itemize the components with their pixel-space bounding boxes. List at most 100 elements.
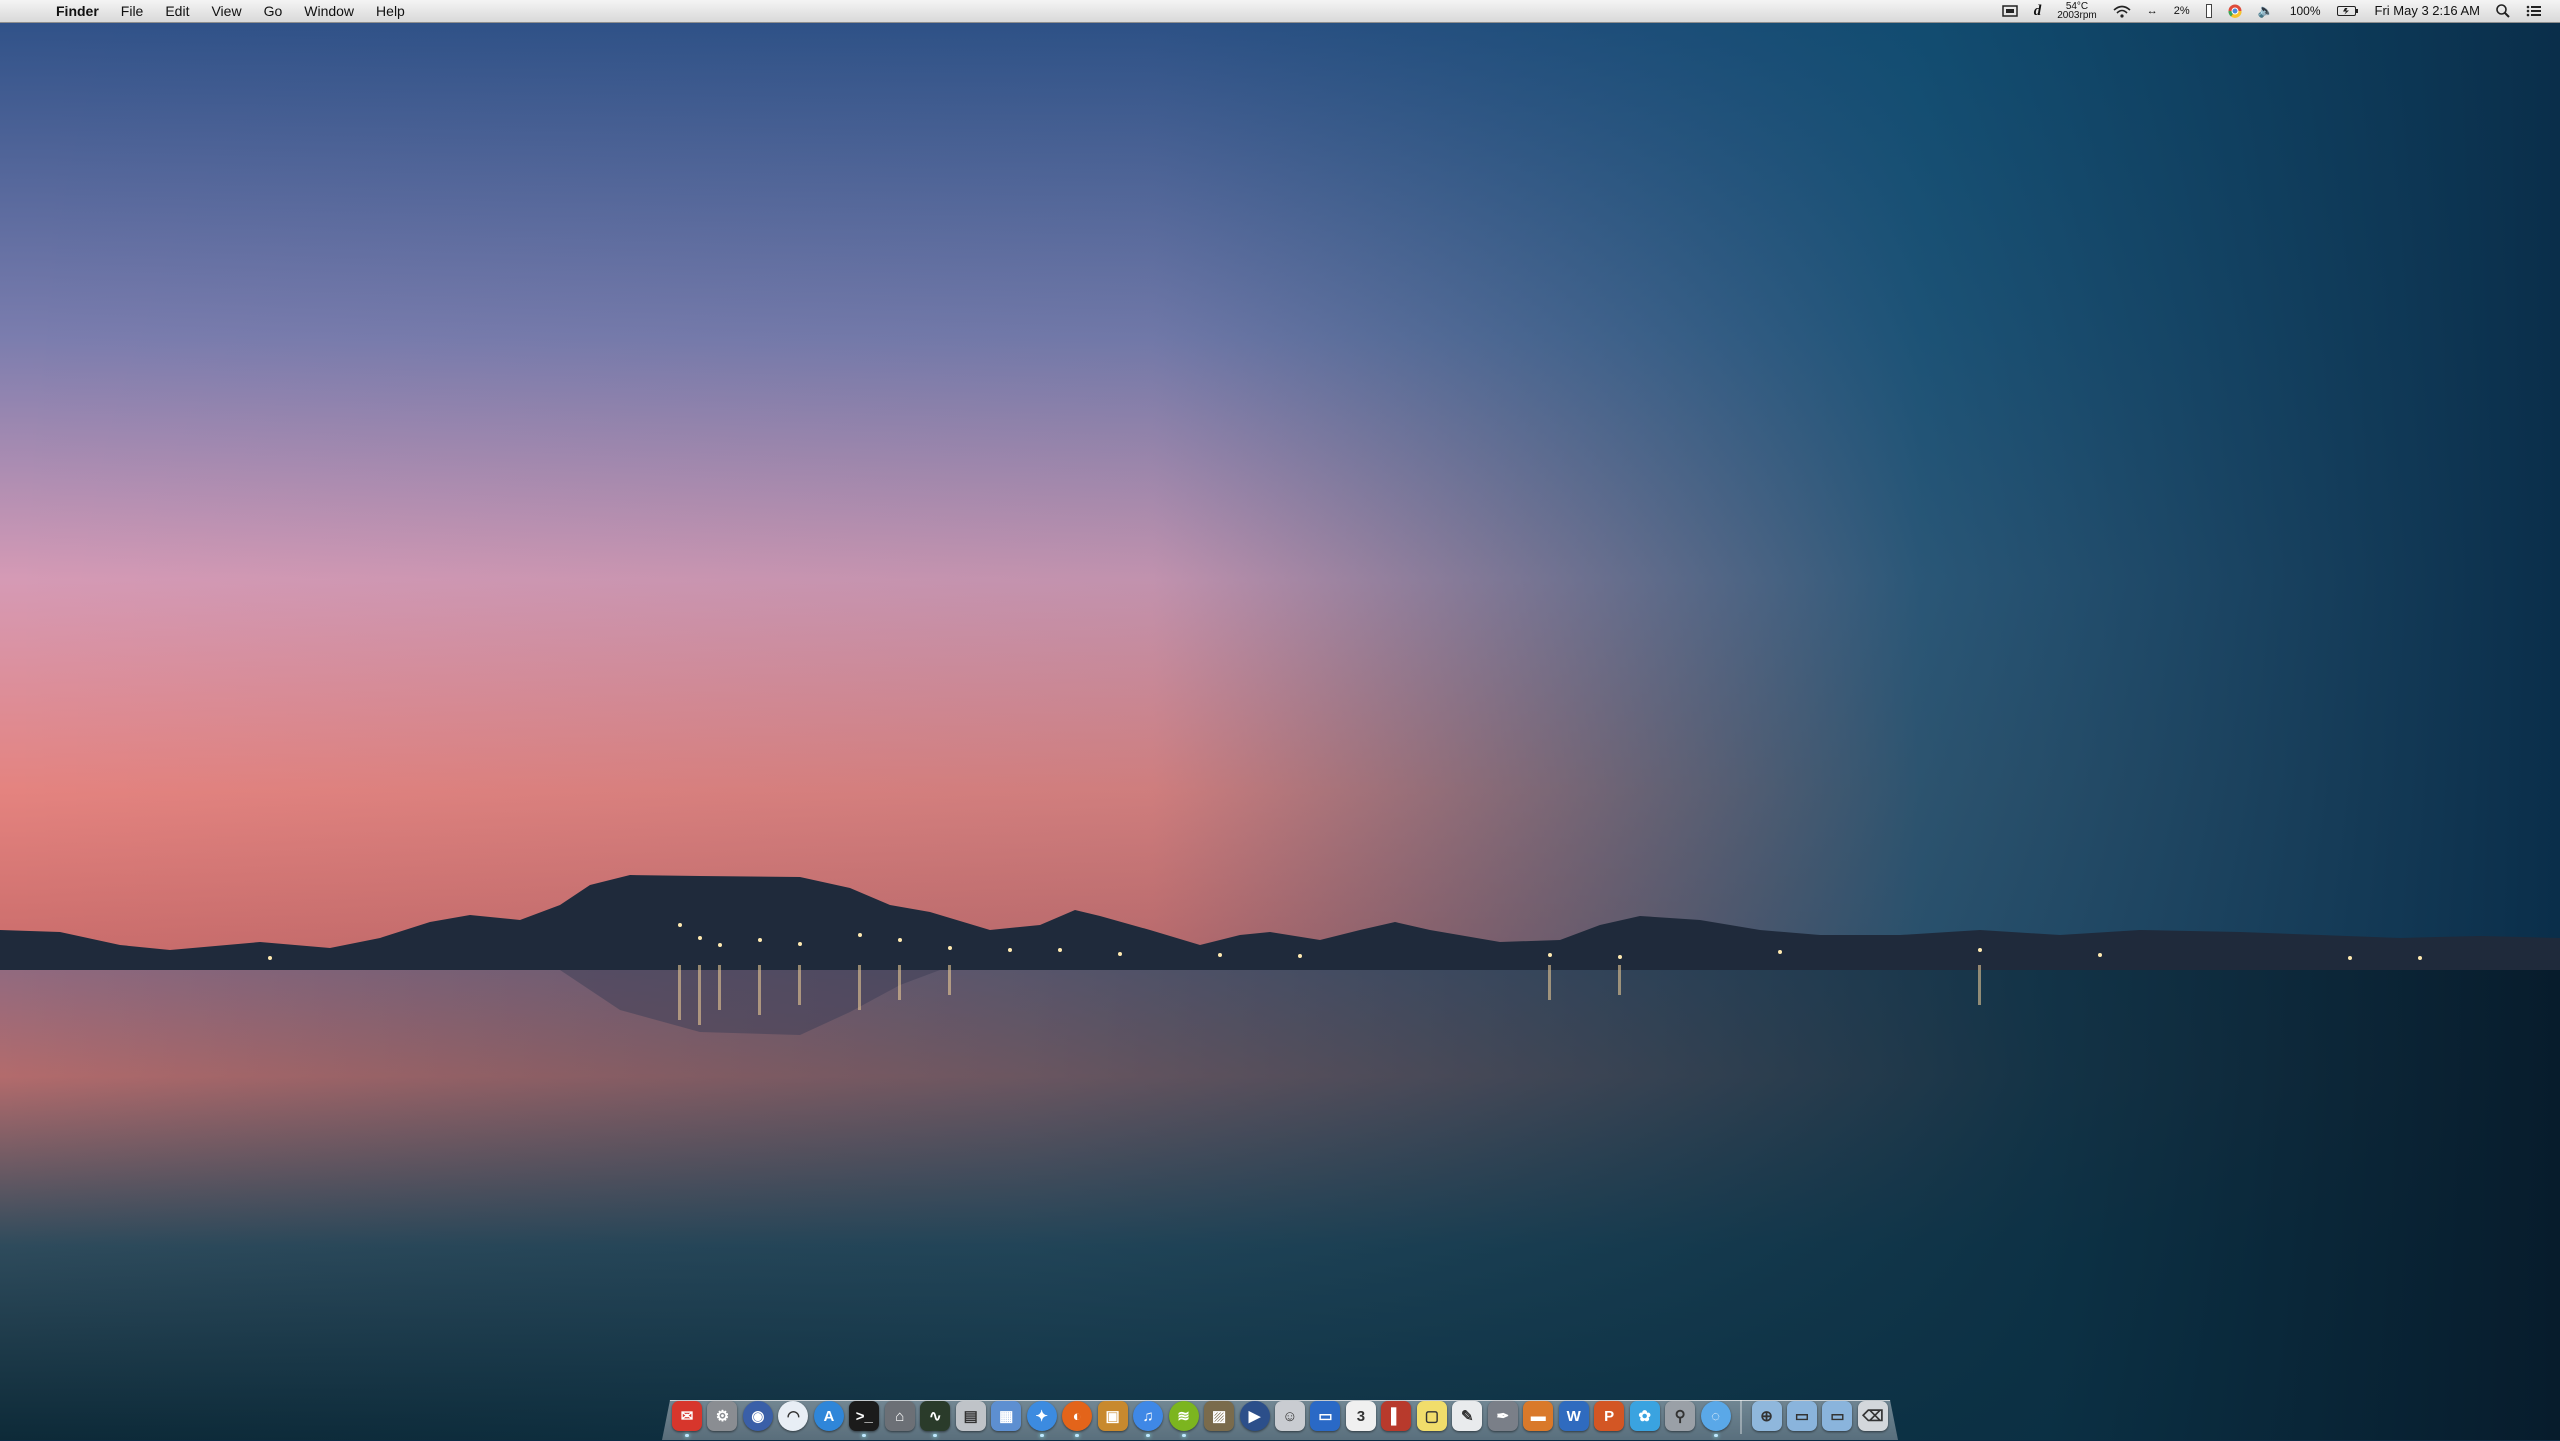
quicktime-glyph: ▶ — [1248, 1408, 1261, 1425]
address-book-glyph: ▌ — [1391, 1407, 1402, 1425]
running-indicator — [1181, 1434, 1186, 1437]
messages-icon[interactable]: ◌ — [1700, 1401, 1731, 1437]
running-indicator — [862, 1434, 867, 1437]
spotify-icon[interactable]: ≋ — [1168, 1401, 1199, 1437]
menu-edit[interactable]: Edit — [154, 0, 200, 22]
applications-folder-glyph: ⊕ — [1760, 1408, 1773, 1425]
running-indicator — [1039, 1434, 1044, 1437]
running-indicator — [685, 1434, 689, 1437]
downloads-folder-icon[interactable]: ▭ — [1822, 1401, 1853, 1431]
preview-icon[interactable]: ▦ — [991, 1401, 1022, 1431]
clock[interactable]: Fri May 3 2:16 AM — [2367, 0, 2488, 22]
trash-glyph: ⌫ — [1862, 1408, 1884, 1425]
cpu-usage[interactable]: 2% — [2166, 0, 2198, 22]
word-icon[interactable]: W — [1558, 1401, 1589, 1431]
twitter-icon[interactable]: ✿ — [1629, 1401, 1660, 1431]
desktop-wallpaper — [0, 0, 2560, 1440]
package-glyph: ▣ — [1105, 1408, 1120, 1425]
itunes-glyph: ♫ — [1142, 1407, 1154, 1425]
stickies-icon[interactable]: ▢ — [1416, 1401, 1447, 1431]
wifi-icon[interactable] — [2105, 5, 2139, 18]
running-indicator — [933, 1434, 938, 1437]
safari-icon[interactable]: ✦ — [1026, 1401, 1057, 1437]
utility-icon[interactable]: ⚲ — [1665, 1401, 1696, 1431]
word-glyph: W — [1566, 1407, 1581, 1425]
calendar-glyph: 3 — [1356, 1407, 1366, 1425]
app-store-glyph: A — [823, 1407, 835, 1425]
package-icon[interactable]: ▣ — [1097, 1401, 1128, 1431]
script-editor-glyph: ✒ — [1496, 1408, 1510, 1425]
textedit-icon[interactable]: ✎ — [1452, 1401, 1483, 1431]
itunes-icon[interactable]: ♫ — [1133, 1401, 1164, 1437]
weather-sub: 2003rpm — [2057, 10, 2097, 21]
activity-monitor-icon[interactable]: ∿ — [920, 1401, 951, 1437]
spotify-glyph: ≋ — [1177, 1408, 1190, 1425]
running-indicator — [1713, 1434, 1718, 1437]
keynote-glyph: ▬ — [1530, 1407, 1546, 1425]
wifi-utility-glyph: ◠ — [786, 1408, 800, 1425]
dock-separator — [1740, 1400, 1743, 1434]
system-preferences-glyph: ⚙ — [715, 1408, 730, 1425]
safari-glyph: ✦ — [1035, 1408, 1048, 1425]
battery-percent[interactable]: 100% — [2282, 0, 2329, 22]
app-store-icon[interactable]: A — [813, 1401, 844, 1431]
remote-desktop-icon[interactable]: ▭ — [1310, 1401, 1341, 1431]
spotlight-search-icon[interactable] — [2488, 4, 2518, 18]
system-preferences-icon[interactable]: ⚙ — [707, 1401, 738, 1431]
app-menu-finder[interactable]: Finder — [52, 0, 110, 22]
address-book-icon[interactable]: ▌ — [1381, 1401, 1412, 1431]
twitter-glyph: ✿ — [1638, 1408, 1651, 1425]
powerpoint-icon[interactable]: P — [1594, 1401, 1625, 1431]
documents-folder-glyph: ▭ — [1794, 1408, 1810, 1425]
automator-icon[interactable]: ☺ — [1274, 1401, 1305, 1431]
keynote-icon[interactable]: ▬ — [1523, 1401, 1554, 1431]
utility-glyph: ⚲ — [1674, 1408, 1686, 1425]
dashboard-glyph: ◉ — [751, 1408, 765, 1425]
running-indicator — [1075, 1434, 1080, 1437]
menu-go[interactable]: Go — [253, 0, 294, 22]
firefox-icon[interactable]: ◐ — [1062, 1401, 1093, 1437]
trash-icon[interactable]: ⌫ — [1857, 1401, 1888, 1431]
menu-bar: Finder File Edit View Go Window Help d 5… — [0, 0, 2560, 23]
preview-glyph: ▦ — [999, 1408, 1014, 1425]
keychain-icon[interactable]: ⌂ — [884, 1401, 915, 1431]
terminal-glyph: >_ — [855, 1407, 873, 1425]
finder-icon[interactable]: ✉ — [672, 1401, 702, 1437]
menu-help[interactable]: Help — [365, 0, 416, 22]
firefox-glyph: ◐ — [1072, 1407, 1082, 1425]
running-indicator — [1146, 1434, 1151, 1437]
iphoto-icon[interactable]: ▨ — [1204, 1401, 1235, 1431]
volume-icon[interactable]: 🔈 — [2250, 0, 2282, 22]
applications-folder-icon[interactable]: ⊕ — [1751, 1401, 1782, 1431]
chrome-icon[interactable] — [2220, 4, 2250, 18]
menu-view[interactable]: View — [200, 0, 252, 22]
printer-glyph: ▤ — [963, 1408, 978, 1425]
quicktime-icon[interactable]: ▶ — [1239, 1401, 1270, 1431]
remote-desktop-glyph: ▭ — [1318, 1408, 1333, 1425]
stickies-glyph: ▢ — [1424, 1408, 1439, 1425]
calendar-icon[interactable]: 3 — [1345, 1401, 1376, 1431]
dashboard-icon[interactable]: ◉ — [742, 1401, 773, 1431]
finder-glyph: ✉ — [680, 1408, 694, 1425]
automator-glyph: ☺ — [1282, 1407, 1298, 1425]
iphoto-glyph: ▨ — [1211, 1408, 1227, 1425]
script-editor-icon[interactable]: ✒ — [1487, 1401, 1518, 1431]
network-activity-icon[interactable]: ↔ — [2139, 0, 2166, 22]
textedit-glyph: ✎ — [1461, 1408, 1474, 1425]
downloads-folder-glyph: ▭ — [1830, 1408, 1845, 1425]
battery-icon[interactable] — [2329, 5, 2367, 17]
memory-gauge-icon[interactable] — [2198, 4, 2220, 18]
dictionary-icon[interactable]: d — [2026, 0, 2050, 22]
wifi-utility-icon[interactable]: ◠ — [778, 1401, 809, 1431]
terminal-icon[interactable]: >_ — [849, 1401, 880, 1437]
activity-monitor-glyph: ∿ — [928, 1408, 942, 1425]
menu-window[interactable]: Window — [293, 0, 365, 22]
notification-center-icon[interactable] — [2518, 4, 2550, 18]
display-icon[interactable] — [1994, 5, 2026, 17]
messages-glyph: ◌ — [1711, 1407, 1721, 1425]
powerpoint-glyph: P — [1604, 1407, 1615, 1425]
weather-widget[interactable]: 54°C 2003rpm — [2049, 2, 2104, 21]
menu-file[interactable]: File — [110, 0, 155, 22]
printer-icon[interactable]: ▤ — [955, 1401, 986, 1431]
documents-folder-icon[interactable]: ▭ — [1787, 1401, 1817, 1431]
